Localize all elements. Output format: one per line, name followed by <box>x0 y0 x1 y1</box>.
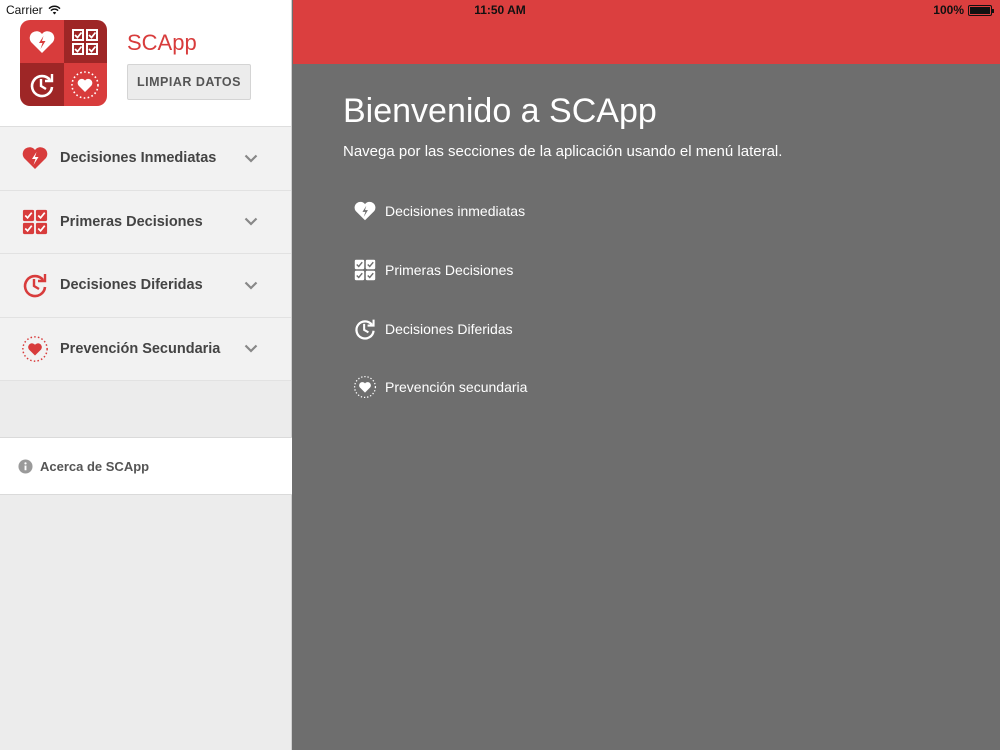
main-content: Bienvenido a SCApp Navega por las seccio… <box>293 64 1000 750</box>
menu-item-decisiones-diferidas[interactable]: Decisiones Diferidas <box>0 254 291 318</box>
clock-arrow-icon <box>21 271 49 299</box>
section-link-decisiones-inmediatas[interactable]: Decisiones inmediatas <box>353 182 527 241</box>
menu-item-primeras-decisiones[interactable]: Primeras Decisiones <box>0 191 291 254</box>
chevron-down-icon[interactable] <box>242 213 260 231</box>
checklist-icon <box>353 258 377 282</box>
heart-bolt-icon <box>29 30 55 53</box>
clock-arrow-icon <box>353 317 377 341</box>
app-name: SCApp <box>127 30 197 55</box>
battery-percent: 100% <box>933 3 964 17</box>
heart-circle-icon <box>21 335 49 363</box>
status-bar: Carrier 11:50 AM 100% <box>0 0 1000 20</box>
menu-item-decisiones-inmediatas[interactable]: Decisiones Inmediatas <box>0 127 291 191</box>
checklist-icon <box>72 28 99 55</box>
chevron-down-icon[interactable] <box>242 276 260 294</box>
section-link-decisiones-diferidas[interactable]: Decisiones Diferidas <box>353 299 527 358</box>
page-title: Bienvenido a SCApp <box>343 92 657 130</box>
sections-list: Decisiones inmediatas Primeras Decisione… <box>353 182 527 417</box>
section-label: Primeras Decisiones <box>385 262 514 279</box>
sidebar: SCApp LIMPIAR DATOS Decisiones Inmediata… <box>0 0 292 750</box>
menu-item-label: Decisiones Inmediatas <box>60 150 217 167</box>
menu-item-label: Decisiones Diferidas <box>60 277 203 294</box>
section-label: Decisiones inmediatas <box>385 203 526 220</box>
heart-circle-icon <box>71 70 100 99</box>
about-label: Acerca de SCApp <box>40 458 150 474</box>
chevron-down-icon[interactable] <box>242 340 260 358</box>
info-icon <box>18 458 33 474</box>
about-link[interactable]: Acerca de SCApp <box>0 437 292 495</box>
sidebar-menu: Decisiones Inmediatas Primeras Decisione… <box>0 127 291 381</box>
app-logo <box>20 20 107 106</box>
menu-item-prevencion-secundaria[interactable]: Prevención Secundaria <box>0 318 291 381</box>
battery-indicator: 100% <box>933 3 994 17</box>
heart-bolt-icon <box>21 144 49 172</box>
section-link-prevencion-secundaria[interactable]: Prevención secundaria <box>353 358 527 417</box>
section-link-primeras-decisiones[interactable]: Primeras Decisiones <box>353 241 527 300</box>
checklist-icon <box>21 208 49 236</box>
clear-data-button[interactable]: LIMPIAR DATOS <box>127 64 251 100</box>
clock-arrow-icon <box>30 73 54 97</box>
section-label: Decisiones Diferidas <box>385 320 513 337</box>
battery-icon <box>968 4 994 16</box>
chevron-down-icon[interactable] <box>242 149 260 167</box>
page-subtitle: Navega por las secciones de la aplicació… <box>343 143 783 160</box>
heart-circle-icon <box>353 375 377 399</box>
menu-item-label: Primeras Decisiones <box>60 213 203 230</box>
section-label: Prevención secundaria <box>385 379 528 396</box>
menu-item-label: Prevención Secundaria <box>60 340 221 357</box>
heart-bolt-icon <box>353 199 377 223</box>
clock: 11:50 AM <box>474 3 526 17</box>
